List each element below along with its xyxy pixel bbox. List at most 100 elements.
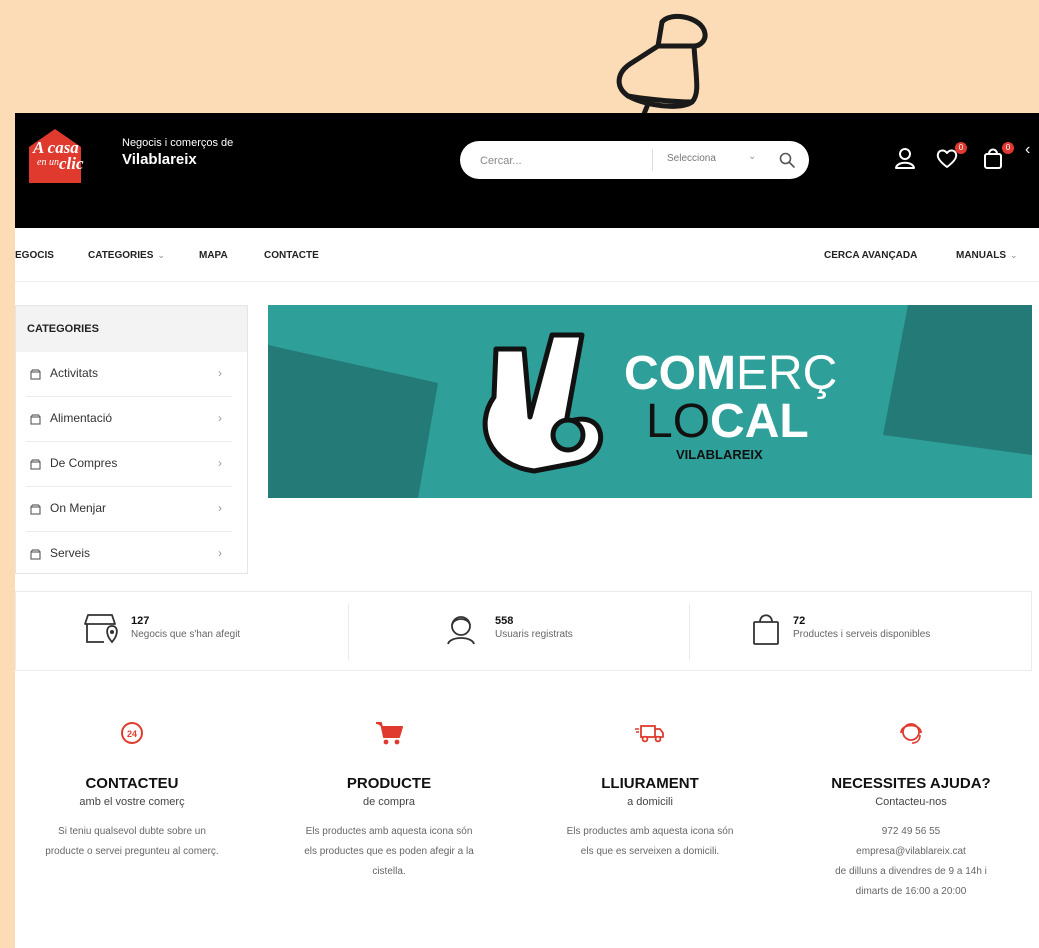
nav-label: MAPA (199, 250, 228, 261)
feature-producte: PRODUCTE de compra Els productes amb aqu… (259, 713, 519, 882)
feature-subtitle: Contacteu-nos (875, 796, 947, 808)
user-icon[interactable] (893, 146, 917, 170)
category-label: Activitats (50, 366, 99, 380)
category-item-serveis[interactable]: Serveis › (26, 532, 232, 576)
store-icon (30, 504, 41, 515)
categories-title: CATEGORIES (16, 306, 247, 352)
headset-support-icon (900, 723, 922, 744)
banner-word-cal: CAL (710, 395, 809, 448)
nav-item-manuals[interactable]: MANUALS ⌄ (956, 250, 1018, 261)
nav-label: MANUALS (956, 250, 1006, 261)
24-hours-icon: 24 (121, 722, 143, 744)
site-header: A casa en un clic Negocis i comerços de … (15, 113, 1039, 228)
category-label: Alimentació (50, 411, 113, 425)
stat-usuaris: 558 Usuaris registrats (444, 592, 684, 670)
store-icon (30, 459, 41, 470)
store-icon (30, 414, 41, 425)
opening-hours: de dilluns a divendres de 9 a 14h i (835, 866, 987, 877)
site-logo[interactable]: A casa en un clic (25, 125, 115, 185)
shopping-cart-icon (376, 722, 403, 745)
cart-count-badge: 0 (1002, 142, 1014, 154)
feature-text: els productes que es poden afegir a la (304, 846, 474, 857)
nav-label: EGOCIS (15, 250, 54, 261)
feature-text: Els productes amb aquesta icona són (305, 826, 473, 837)
feature-text: Si teniu qualsevol dubte sobre un (58, 826, 206, 837)
contact-phone[interactable]: 972 49 56 55 (781, 822, 1039, 842)
stats-bar: 127 Negocis que s'han afegit 558 Usuaris… (15, 591, 1032, 671)
categories-sidebar: CATEGORIES Activitats › Alimentació › De… (15, 305, 248, 574)
feature-title: LLIURAMENT (601, 775, 699, 792)
stat-productes: 72 Productes i serveis disponibles (751, 592, 1021, 670)
chevron-left-icon[interactable]: ‹ (1025, 141, 1030, 159)
category-item-on-menjar[interactable]: On Menjar › (26, 487, 232, 532)
store-location-icon (84, 614, 118, 644)
chevron-down-icon: ⌄ (1010, 250, 1018, 260)
chevron-down-icon[interactable]: ⌄ (748, 151, 756, 162)
comerc-local-banner[interactable]: COMERÇ LOCAL VILABLAREIX (268, 305, 1032, 498)
stat-negocis: 127 Negocis que s'han afegit (82, 592, 342, 670)
category-item-activitats[interactable]: Activitats › (26, 352, 232, 397)
nav-item-categories[interactable]: CATEGORIES ⌄ (88, 250, 165, 261)
stat-value: 72 (793, 615, 806, 627)
banner-word-com: COM (624, 347, 736, 400)
feature-subtitle: amb el vostre comerç (79, 796, 185, 808)
delivery-truck-icon (635, 725, 664, 743)
shopping-bag-icon (753, 614, 779, 645)
banner-word-erc: ERÇ (736, 347, 837, 400)
chevron-right-icon: › (218, 366, 222, 380)
banner-word-lo: LO (646, 395, 710, 448)
category-label: De Compres (50, 456, 118, 470)
category-label: Serveis (50, 546, 91, 560)
feature-text: producte o servei pregunteu al comerç. (45, 846, 219, 857)
feature-subtitle: a domicili (627, 796, 673, 808)
stat-value: 127 (131, 615, 150, 627)
banner-town: VILABLAREIX (676, 447, 763, 462)
feature-text: cistella. (372, 866, 406, 877)
svg-text:LOCAL: LOCAL (646, 395, 809, 448)
search-icon[interactable] (778, 151, 796, 169)
feature-title: PRODUCTE (346, 775, 432, 792)
feature-title: NECESSITES AJUDA? (831, 775, 991, 792)
feature-title: CONTACTEU (85, 775, 179, 792)
nav-item-cerca-avancada[interactable]: CERCA AVANÇADA (824, 250, 917, 261)
feature-necessites-ajuda: NECESSITES AJUDA? Contacteu-nos 972 49 5… (781, 713, 1039, 902)
stat-label: Productes i serveis disponibles (793, 629, 931, 640)
main-nav: EGOCIS CATEGORIES ⌄ MAPA CONTACTE CERCA A… (15, 228, 1039, 282)
store-icon (30, 549, 41, 560)
nav-label: CERCA AVANÇADA (824, 250, 918, 261)
search-divider (652, 149, 653, 171)
nav-item-mapa[interactable]: MAPA (199, 250, 228, 261)
tagline-town: Vilablareix (122, 151, 197, 168)
nav-item-contacte[interactable]: CONTACTE (264, 250, 319, 261)
feature-text: Els productes amb aquesta icona són (566, 826, 734, 837)
category-item-alimentacio[interactable]: Alimentació › (26, 397, 232, 442)
search-bar: Selecciona ⌄ (460, 141, 809, 179)
feature-text: els que es serveixen a domicili. (580, 846, 720, 857)
chevron-down-icon: ⌄ (157, 250, 165, 260)
stat-label: Usuaris registrats (495, 629, 573, 640)
feature-subtitle: de compra (363, 796, 415, 808)
store-icon (30, 369, 41, 380)
svg-text:COMERÇ: COMERÇ (624, 347, 837, 400)
category-item-de-compres[interactable]: De Compres › (26, 442, 232, 487)
website-screenshot: A casa en un clic Negocis i comerços de … (15, 113, 1039, 948)
chevron-right-icon: › (218, 411, 222, 425)
feature-lliurament: LLIURAMENT a domicili Els productes amb … (520, 713, 780, 862)
chevron-right-icon: › (218, 501, 222, 515)
stats-divider (689, 604, 690, 660)
stat-label: Negocis que s'han afegit (131, 629, 241, 640)
opening-hours: dimarts de 16:00 a 20:00 (855, 886, 967, 897)
logo-text-line2: en un (37, 157, 59, 168)
nav-label: CONTACTE (264, 250, 319, 261)
category-select[interactable]: Selecciona (667, 153, 716, 164)
nav-item-negocis[interactable]: EGOCIS (15, 250, 54, 261)
logo-text-line3: clic (59, 154, 84, 173)
stat-value: 558 (495, 615, 514, 627)
site-tagline: Negocis i comerços de Vilablareix (122, 137, 233, 168)
stats-divider (348, 604, 349, 660)
chevron-right-icon: › (218, 546, 222, 560)
chevron-right-icon: › (218, 456, 222, 470)
feature-contacteu: 24 CONTACTEU amb el vostre comerç Si ten… (15, 713, 262, 862)
search-input[interactable] (478, 151, 642, 171)
contact-email[interactable]: empresa@vilablareix.cat (781, 842, 1039, 862)
